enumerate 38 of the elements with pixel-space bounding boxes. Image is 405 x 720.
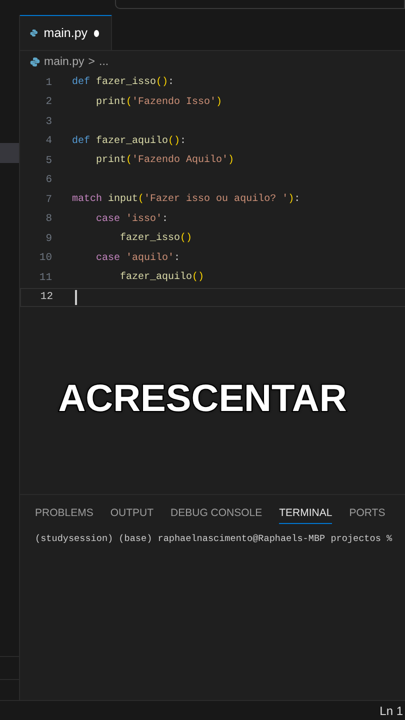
code-line: case 'aquilo': [95, 252, 180, 266]
code-line: def fazer_isso(): [72, 76, 174, 90]
panel-tab[interactable]: DEBUG CONSOLE [170, 502, 262, 524]
terminal-prompt: (studysession) (base) raphaelnascimento@Raphaels-MBP projectos % [35, 533, 394, 544]
code-line: print('Fazendo Isso') [95, 96, 222, 110]
panel-tab[interactable]: PORTS [349, 502, 386, 524]
line-number: 12 [39, 291, 53, 304]
python-file-icon [30, 28, 38, 38]
sidebar-item[interactable] [0, 143, 19, 163]
line-number: 8 [44, 213, 52, 226]
line-number: 9 [44, 232, 52, 245]
line-number: 4 [44, 135, 52, 148]
text-cursor [75, 290, 76, 305]
code-line: print('Fazendo Aquilo') [95, 154, 234, 168]
search-field[interactable] [115, 0, 405, 9]
code-line: fazer_isso() [119, 232, 192, 246]
line-number: 3 [44, 116, 52, 128]
code-line: match input('Fazer isso ou aquilo? '): [72, 192, 300, 208]
code-line: case 'isso': [95, 212, 168, 227]
code-line: def fazer_aquilo(): [72, 134, 186, 149]
editor-tab[interactable]: main.py [20, 15, 112, 50]
caption: ACRESCENTAR [58, 378, 347, 420]
python-file-icon [30, 57, 40, 67]
panel-tab[interactable]: TERMINAL [279, 502, 332, 524]
breadcrumb-ellipsis[interactable]: ... [99, 56, 109, 68]
code-line: fazer_aquilo() [119, 270, 204, 286]
line-number: 6 [44, 174, 52, 186]
panel-tab[interactable]: PROBLEMS [35, 502, 94, 524]
line-number: 2 [44, 96, 52, 108]
line-number: 7 [44, 194, 52, 206]
chevron-icon[interactable]: > [88, 56, 95, 68]
line-number: 10 [38, 252, 52, 264]
panel-tab[interactable]: OUTPUT [110, 502, 154, 524]
breadcrumb-file[interactable]: main.py [44, 56, 84, 68]
line-number: 1 [44, 76, 52, 89]
cursor-position[interactable]: Ln 1 [380, 704, 403, 718]
line-number: 11 [38, 272, 52, 284]
line-number: 5 [44, 154, 52, 167]
